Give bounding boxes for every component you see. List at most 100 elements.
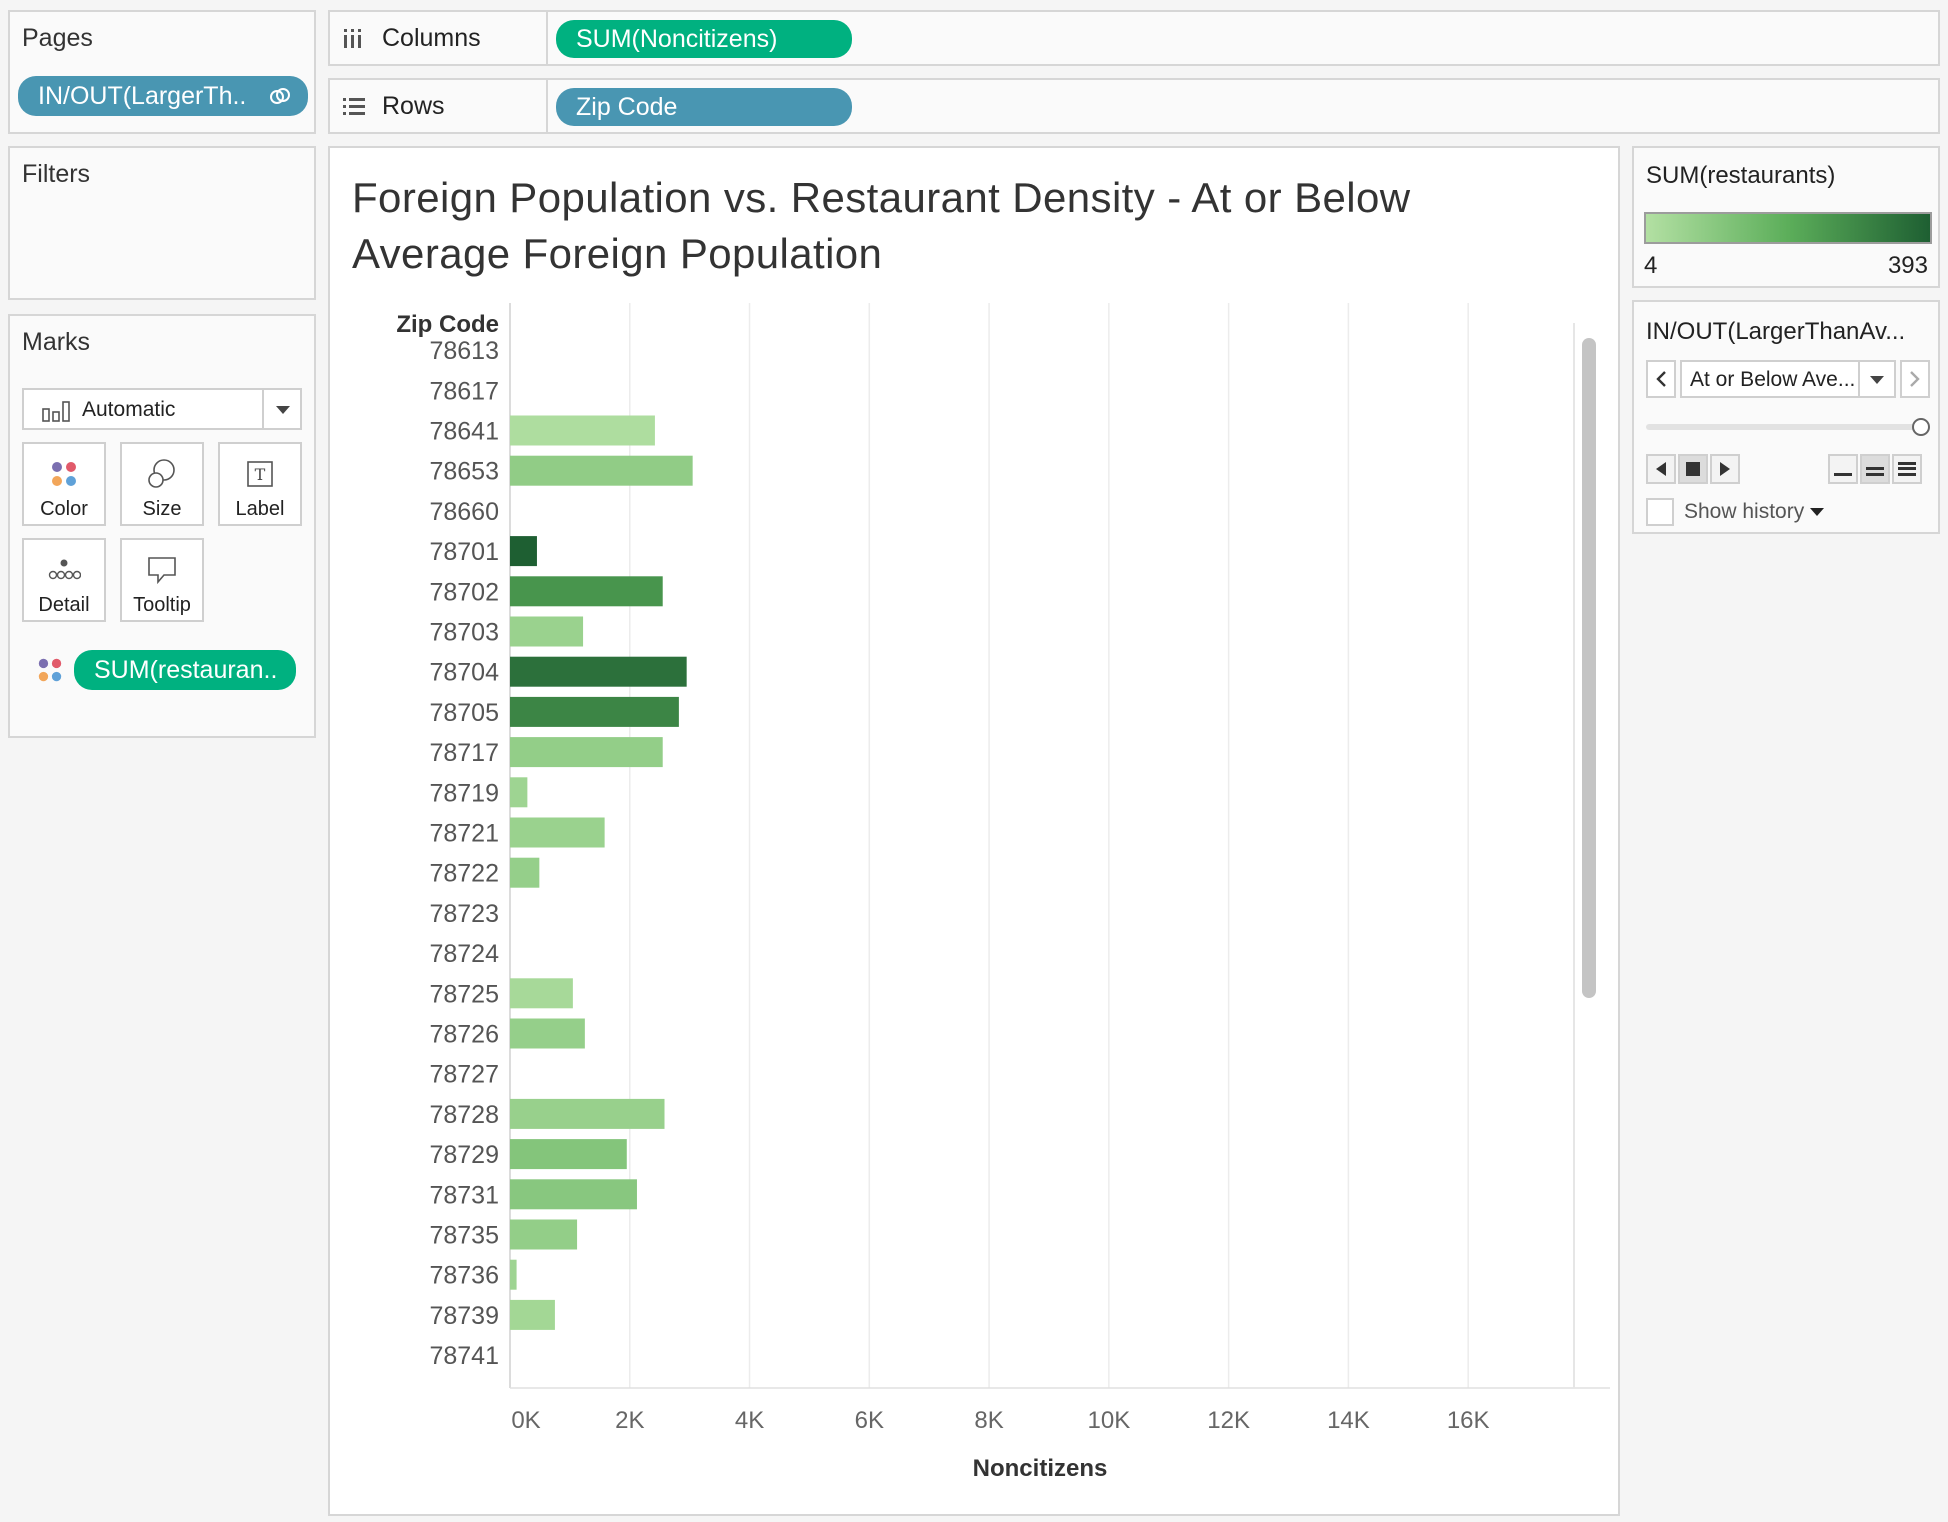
bar [510,1179,637,1210]
zip-code-label: 78717 [429,739,499,767]
zip-code-label: 78724 [429,940,499,968]
color-icon [52,462,76,486]
color-icon [38,658,62,682]
bar [510,1139,627,1170]
tooltip-icon [148,557,176,585]
stop-button[interactable] [1678,454,1708,484]
x-axis-title: Noncitizens [973,1455,1108,1482]
next-page-button[interactable] [1900,360,1930,398]
tooltip-card-label: Tooltip [133,594,191,616]
pages-card: Pages IN/OUT(LargerTh.. [8,10,316,134]
chevron-down-icon [1870,376,1884,384]
svg-text:T: T [255,465,266,484]
zip-code-label: 78722 [429,860,499,888]
mark-type-label: Automatic [82,398,176,421]
page-control-title: IN/OUT(LargerThanAv... [1646,318,1906,345]
label-card-label: Label [235,498,285,520]
zip-code-label: 78739 [429,1302,499,1330]
pages-pill-label: IN/OUT(LargerTh.. [38,81,247,110]
detail-icon [48,559,81,580]
detail-card[interactable]: Detail [22,538,106,622]
page-slider-track[interactable] [1646,424,1922,430]
zip-code-label: 78641 [429,418,499,446]
speed-medium-button[interactable] [1860,454,1890,484]
previous-page-button[interactable] [1646,360,1676,398]
marks-card: Marks Automatic Color Size T Label Detai… [8,314,316,738]
filters-card[interactable]: Filters [8,146,316,300]
row-header: Zip Code [396,311,499,338]
page-slider-handle[interactable] [1912,418,1930,436]
x-tick-label: 2K [615,1407,644,1434]
bar [510,817,605,848]
bar [510,1098,665,1129]
zip-code-label: 78736 [429,1262,499,1290]
zip-code-label: 78719 [429,779,499,807]
bar [510,737,663,768]
play-forward-button[interactable] [1710,454,1740,484]
filters-title: Filters [22,160,91,188]
size-card-label: Size [142,498,182,520]
rows-icon [343,98,365,115]
rows-label: Rows [382,91,445,120]
zip-code-label: 78727 [429,1061,499,1089]
legend-min-label: 4 [1644,252,1658,279]
legend-gradient-bar[interactable] [1644,212,1932,244]
zip-code-label: 78704 [429,659,499,687]
chevron-left-icon [1656,371,1666,387]
x-tick-label: 14K [1327,1407,1370,1434]
restaurants-color-pill-label: SUM(restauran.. [94,655,278,684]
zip-code-label: 78726 [429,1021,499,1049]
size-card[interactable]: Size [120,442,204,526]
speed-fast-icon [1898,462,1916,476]
size-icon [148,459,175,488]
play-backward-button[interactable] [1646,454,1676,484]
x-tick-label: 10K [1088,1407,1131,1434]
stop-icon [1686,462,1700,476]
chevron-down-icon[interactable] [1810,508,1824,516]
zip-code-label: 78729 [429,1141,499,1169]
bar [510,1299,555,1330]
x-tick-label: 6K [855,1407,884,1434]
zip-code-label: 78741 [429,1342,499,1370]
bar [510,656,687,687]
play-backward-icon [1656,462,1666,476]
zip-code-label: 78702 [429,578,499,606]
marks-title: Marks [22,328,91,356]
rows-shelf[interactable]: Rows Zip Code [328,78,1940,134]
restaurants-color-pill[interactable]: SUM(restauran.. [74,650,296,690]
tooltip-card[interactable]: Tooltip [120,538,204,622]
bar-chart-icon [42,401,70,422]
bar-chart: Zip Code78613 78617 78641 78653 78660 78701 78… [396,303,1610,1482]
zip-code-label: 78721 [429,820,499,848]
zip-code-label: 78703 [429,619,499,647]
speed-slow-button[interactable] [1828,454,1858,484]
columns-label: Columns [382,23,481,52]
x-tick-label: 8K [974,1407,1003,1434]
page-control-card: IN/OUT(LargerThanAv... At or Below Ave..… [1632,300,1940,534]
speed-slow-icon [1834,473,1852,476]
link-icon [270,88,290,104]
speed-fast-button[interactable] [1892,454,1922,484]
mark-type-dropdown[interactable]: Automatic [22,388,302,430]
color-card-label: Color [40,498,88,520]
noncitizens-column-pill[interactable]: SUM(Noncitizens) [556,20,852,58]
zip-code-label: 78653 [429,458,499,486]
bar [510,536,537,567]
zip-code-label: 78723 [429,900,499,928]
zip-code-row-pill[interactable]: Zip Code [556,88,852,126]
pages-title: Pages [22,24,93,52]
x-tick-label: 16K [1447,1407,1490,1434]
page-value-dropdown[interactable]: At or Below Ave... [1680,360,1896,398]
rows-shelf-header: Rows [330,80,548,132]
columns-shelf[interactable]: Columns SUM(Noncitizens) [328,10,1940,66]
color-card[interactable]: Color [22,442,106,526]
color-legend: SUM(restaurants) 4 393 [1632,146,1940,288]
vertical-scrollbar-thumb [1582,338,1596,998]
text-label-icon: T [247,461,273,487]
bar [510,1219,578,1250]
zip-code-row-pill-label: Zip Code [576,92,678,121]
label-card[interactable]: T Label [218,442,302,526]
zip-code-label: 78725 [429,980,499,1008]
pages-pill[interactable]: IN/OUT(LargerTh.. [18,76,308,116]
show-history-checkbox[interactable] [1646,498,1674,526]
